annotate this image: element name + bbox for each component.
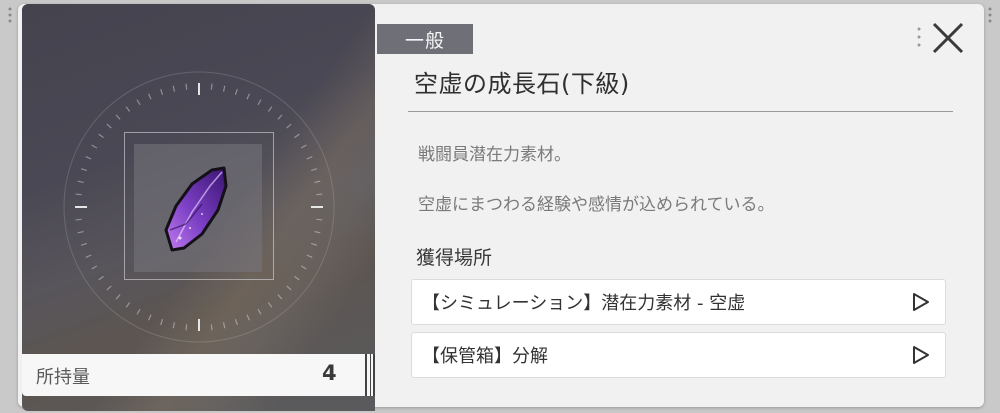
item-description-2: 空虚にまつわる経験や感情が込められている。 bbox=[418, 195, 775, 215]
close-icon bbox=[932, 22, 964, 54]
category-tag: 一般 bbox=[377, 24, 473, 54]
more-dots-icon bbox=[917, 27, 921, 47]
holdings-bar: 所持量 4 bbox=[22, 354, 375, 396]
barcode-icon bbox=[365, 354, 375, 396]
source-label: 【保管箱】分解 bbox=[422, 346, 548, 367]
item-name: 空虚の成長石(下級) bbox=[414, 70, 630, 98]
holdings-count: 4 bbox=[322, 361, 337, 385]
play-arrow-icon bbox=[913, 293, 929, 311]
item-description-1: 戦闘員潜在力素材。 bbox=[418, 145, 571, 165]
background-handle-icon bbox=[6, 6, 14, 26]
source-storage-button[interactable]: 【保管箱】分解 bbox=[411, 332, 946, 378]
close-button[interactable] bbox=[928, 18, 968, 58]
item-art-panel: 所持量 4 bbox=[22, 4, 375, 411]
acquisition-heading: 獲得場所 bbox=[416, 247, 493, 269]
background-handle-icon bbox=[986, 6, 994, 26]
play-arrow-icon bbox=[913, 346, 929, 364]
title-divider bbox=[408, 111, 953, 112]
holdings-label: 所持量 bbox=[36, 367, 90, 388]
source-label: 【シミュレーション】潜在力素材 - 空虚 bbox=[422, 293, 746, 314]
source-simulation-button[interactable]: 【シミュレーション】潜在力素材 - 空虚 bbox=[411, 279, 946, 325]
purple-crystal-icon bbox=[162, 164, 232, 258]
